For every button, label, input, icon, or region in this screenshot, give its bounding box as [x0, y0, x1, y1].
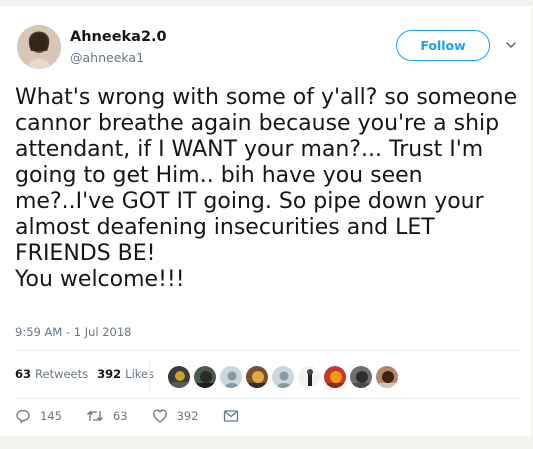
liker-avatar[interactable]: [193, 365, 217, 389]
reply-button[interactable]: 145: [15, 408, 62, 424]
tweet-stats: 63 Retweets 392 Likes: [15, 367, 163, 381]
tweet-text-line: me?..I've GOT IT going. So pipe down you…: [15, 189, 484, 214]
tweet-text-line: You welcome!!!: [15, 267, 185, 292]
reply-icon: [16, 409, 30, 423]
message-button[interactable]: [223, 409, 248, 423]
liker-avatar[interactable]: [297, 365, 321, 389]
liker-avatar[interactable]: [167, 365, 191, 389]
liker-avatar[interactable]: [349, 365, 373, 389]
tweet-text-line: going to get Him.. bih have you seen: [15, 163, 423, 188]
retweets-count: 63: [15, 367, 32, 381]
tweet-timestamp[interactable]: 9:59 AM - 1 Jul 2018: [15, 325, 132, 339]
tweet-text-line: cannor breathe again because you're a sh…: [15, 111, 500, 136]
retweets-stat[interactable]: 63 Retweets: [15, 367, 88, 381]
author-handle[interactable]: @ahneeka1: [70, 50, 144, 65]
tweet-card: Ahneeka2.0 @ahneeka1 Follow What's wrong…: [0, 6, 531, 436]
author-avatar[interactable]: [17, 25, 61, 69]
liker-avatar[interactable]: [271, 365, 295, 389]
retweet-count: 63: [112, 409, 128, 423]
chevron-down-icon[interactable]: [504, 38, 518, 52]
likes-stat[interactable]: 392 Likes: [97, 367, 154, 381]
like-button[interactable]: 392: [152, 408, 199, 424]
author-name[interactable]: Ahneeka2.0: [70, 29, 167, 45]
liker-avatar[interactable]: [245, 365, 269, 389]
liker-avatar[interactable]: [323, 365, 347, 389]
retweets-label: Retweets: [35, 367, 89, 381]
heart-icon: [152, 409, 167, 423]
follow-button[interactable]: Follow: [396, 30, 490, 61]
likes-count: 392: [97, 367, 122, 381]
divider: [15, 398, 520, 399]
like-count: 392: [176, 409, 199, 423]
envelope-icon: [223, 410, 238, 422]
tweet-text-line: What's wrong with some of y'all? so some…: [15, 85, 518, 110]
liker-avatars: [167, 365, 401, 389]
divider: [15, 350, 520, 351]
reply-count: 145: [40, 409, 62, 423]
retweet-icon: [86, 411, 103, 421]
liker-avatar[interactable]: [219, 365, 243, 389]
stats-separator: [149, 358, 150, 392]
tweet-text-line: FRIENDS BE!: [15, 241, 156, 266]
retweet-button[interactable]: 63: [86, 408, 128, 424]
tweet-text: What's wrong with some of y'all? so some…: [15, 85, 525, 293]
liker-avatar[interactable]: [375, 365, 399, 389]
tweet-actions: 145 63 392: [15, 408, 272, 424]
tweet-text-line: attendant, if I WANT your man?... Trust …: [15, 137, 484, 162]
tweet-text-line: almost deafening insecurities and LET: [15, 215, 435, 240]
